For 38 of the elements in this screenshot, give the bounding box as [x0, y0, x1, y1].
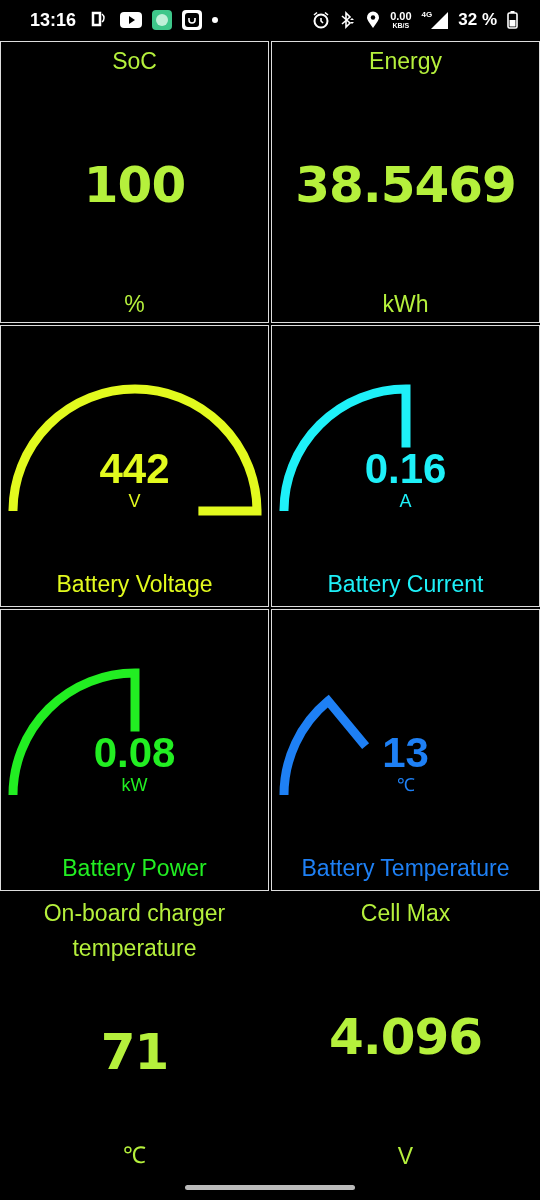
tile-title: Cell Max	[360, 899, 451, 928]
gauge-unit: kW	[121, 776, 148, 794]
play-icon	[120, 12, 143, 28]
dot-icon	[212, 17, 219, 23]
signal-icon	[430, 11, 449, 29]
smile-app-icon	[182, 10, 203, 30]
network-type: 4G	[421, 10, 433, 19]
chat-app-icon	[152, 10, 173, 30]
tile-title: On-board charger temperature	[42, 899, 227, 963]
tile-value: 71	[100, 1023, 169, 1081]
gauge-unit: ℃	[396, 776, 415, 794]
tile-unit: kWh	[382, 291, 429, 318]
tile-unit: %	[124, 291, 145, 318]
network-speed: 0.00	[390, 11, 412, 22]
tile-title: Battery Voltage	[56, 570, 213, 599]
gauge-unit: A	[399, 492, 412, 510]
gauge-value: 13	[382, 732, 429, 774]
clock: 13:16	[30, 9, 77, 31]
bluetooth-icon	[340, 11, 357, 29]
tile-title: SoC	[112, 47, 157, 76]
tile-value: 4.096	[328, 1008, 483, 1066]
tile-title: Battery Power	[62, 854, 207, 883]
battery-icon	[507, 11, 518, 29]
gauge-unit: V	[128, 492, 141, 510]
gauge-value: 442	[99, 448, 170, 490]
home-indicator[interactable]	[185, 1185, 355, 1190]
tile-unit: ℃	[123, 1141, 146, 1170]
tile-value: 100	[83, 156, 186, 214]
gauge-value: 0.08	[93, 732, 176, 774]
location-icon	[366, 11, 381, 29]
battery-percent: 32 %	[458, 10, 497, 30]
gauge-value: 0.16	[364, 448, 447, 490]
tile-unit: V	[397, 1143, 414, 1170]
alarm-icon	[312, 11, 331, 29]
tile-title: Battery Temperature	[301, 854, 510, 883]
tile-title: Energy	[369, 47, 442, 76]
tile-value: 38.5469	[295, 156, 516, 214]
tile-title: Battery Current	[327, 570, 484, 599]
